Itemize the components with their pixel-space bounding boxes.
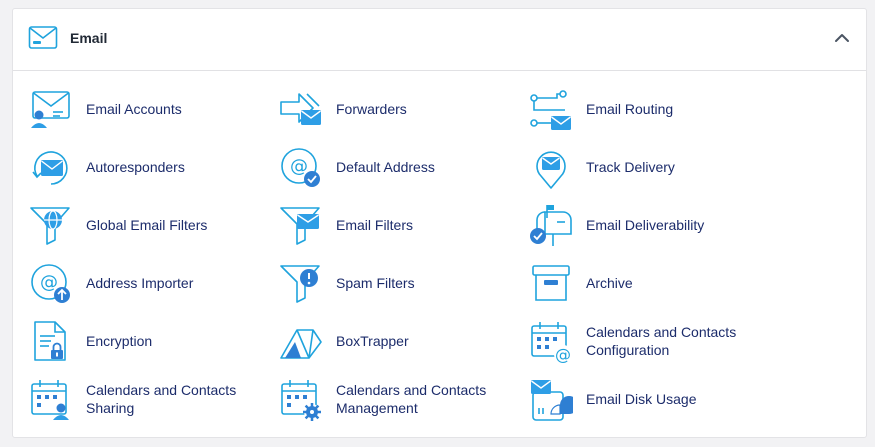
tool-label: Address Importer [86, 275, 194, 291]
tool-label: Email Filters [336, 217, 414, 233]
calendars-contacts-configuration-icon: @ [529, 320, 573, 364]
encryption-icon [29, 320, 73, 364]
forwarders-icon [279, 88, 323, 132]
address-importer-icon: @ [29, 262, 73, 306]
email-accounts-icon [29, 88, 73, 132]
tool-label: Spam Filters [336, 275, 415, 291]
email-filters-icon [279, 204, 323, 248]
spam-filters-icon [279, 262, 323, 306]
tool-label: Calendars and Contacts Management [336, 382, 487, 416]
tool-calendars-contacts-configuration[interactable]: @ Calendars and Contacts Configuration [529, 316, 779, 366]
tool-label: Encryption [86, 333, 153, 349]
tool-label: Email Accounts [86, 101, 182, 117]
tool-label: Email Disk Usage [586, 391, 697, 407]
tool-label: Autoresponders [86, 159, 185, 175]
tool-label: Global Email Filters [86, 217, 208, 233]
calendars-contacts-sharing-icon [29, 378, 73, 422]
email-deliverability-icon [529, 204, 573, 248]
tool-label: Forwarders [336, 101, 407, 117]
section-title: Email [70, 30, 108, 46]
chevron-up-icon[interactable] [832, 28, 852, 48]
track-delivery-icon [529, 146, 573, 190]
autoresponders-icon [29, 146, 73, 190]
tool-label: Default Address [336, 159, 435, 175]
tool-archive[interactable]: Archive [529, 258, 779, 308]
tool-boxtrapper[interactable]: BoxTrapper [279, 316, 529, 366]
tool-track-delivery[interactable]: Track Delivery [529, 142, 779, 192]
tool-email-disk-usage[interactable]: Email Disk Usage [529, 374, 779, 424]
tool-calendars-contacts-sharing[interactable]: Calendars and Contacts Sharing [29, 374, 279, 424]
svg-text:@: @ [40, 272, 58, 293]
tool-calendars-contacts-management[interactable]: Calendars and Contacts Management [279, 374, 529, 424]
tool-default-address[interactable]: @ Default Address [279, 142, 529, 192]
envelope-icon [28, 25, 58, 51]
tool-forwarders[interactable]: Forwarders [279, 84, 529, 134]
tool-address-importer[interactable]: @ Address Importer [29, 258, 279, 308]
tool-label: Track Delivery [586, 159, 675, 175]
default-address-icon: @ [279, 146, 323, 190]
email-section-panel: Email Email Accounts Forwarders Email Ro… [12, 8, 867, 438]
tool-label: Archive [586, 275, 633, 291]
tool-spam-filters[interactable]: Spam Filters [279, 258, 529, 308]
svg-text:@: @ [290, 156, 308, 177]
tool-label: BoxTrapper [336, 333, 409, 349]
tool-autoresponders[interactable]: Autoresponders [29, 142, 279, 192]
email-disk-usage-icon [529, 378, 573, 422]
tool-encryption[interactable]: Encryption [29, 316, 279, 366]
tool-email-accounts[interactable]: Email Accounts [29, 84, 279, 134]
archive-icon [529, 262, 573, 306]
tool-label: Email Routing [586, 101, 674, 117]
tool-global-email-filters[interactable]: Global Email Filters [29, 200, 279, 250]
tool-label: Email Deliverability [586, 217, 705, 233]
tool-label: Calendars and Contacts Sharing [86, 382, 237, 416]
calendars-contacts-management-icon [279, 378, 323, 422]
tool-email-deliverability[interactable]: Email Deliverability [529, 200, 779, 250]
svg-text:@: @ [555, 345, 571, 364]
email-routing-icon [529, 88, 573, 132]
tool-email-filters[interactable]: Email Filters [279, 200, 529, 250]
global-email-filters-icon [29, 204, 73, 248]
boxtrapper-icon [279, 320, 323, 364]
email-section-header[interactable]: Email [13, 9, 866, 71]
tool-label: Calendars and Contacts Configuration [586, 324, 737, 358]
tool-email-routing[interactable]: Email Routing [529, 84, 779, 134]
